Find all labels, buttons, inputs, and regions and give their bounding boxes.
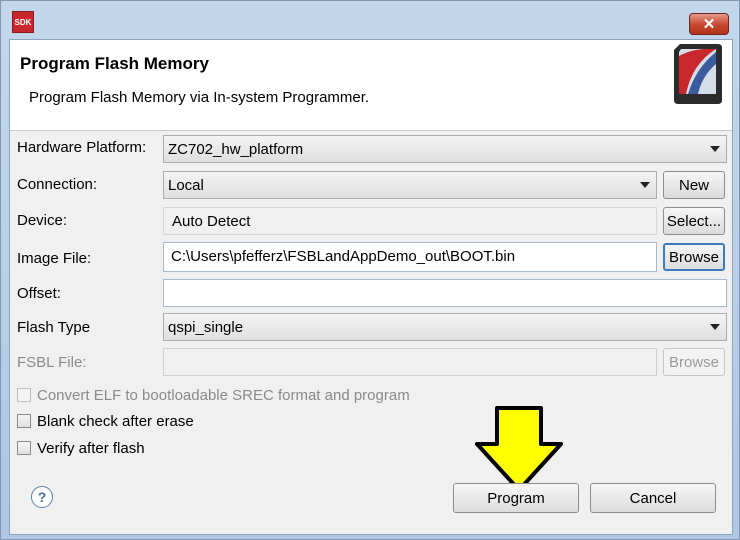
device-value: Auto Detect [172, 213, 251, 230]
device-label: Device: [17, 212, 68, 229]
convert-elf-checkbox: Convert ELF to bootloadable SREC format … [17, 385, 410, 405]
annotation-arrow-down-icon [475, 406, 563, 492]
browse-image-button[interactable]: Browse [663, 243, 725, 271]
hardware-platform-value: ZC702_hw_platform [168, 141, 304, 158]
blank-check-label: Blank check after erase [37, 412, 194, 430]
help-icon[interactable]: ? [31, 486, 53, 508]
dialog-title: Program Flash Memory [20, 54, 209, 73]
offset-label: Offset: [17, 285, 61, 302]
connection-value: Local [168, 177, 204, 194]
browse-fsbl-button: Browse [663, 348, 725, 376]
fsbl-file-label: FSBL File: [17, 354, 87, 371]
dialog-header: Program Flash Memory Program Flash Memor… [10, 40, 732, 131]
close-icon: ✕ [702, 16, 716, 33]
flash-type-label: Flash Type [17, 319, 91, 336]
image-file-label: Image File: [17, 250, 92, 267]
connection-label: Connection: [17, 176, 98, 193]
flash-memory-wizard-icon [674, 44, 722, 104]
convert-elf-label: Convert ELF to bootloadable SREC format … [37, 386, 410, 404]
verify-flash-checkbox[interactable]: Verify after flash [17, 438, 145, 458]
sdk-app-icon: SDK [12, 11, 34, 33]
offset-input[interactable] [163, 279, 727, 307]
image-file-value: C:\Users\pfefferz\FSBLandAppDemo_out\BOO… [171, 248, 516, 265]
hardware-platform-dropdown[interactable]: ZC702_hw_platform [163, 135, 727, 163]
dialog-description: Program Flash Memory via In-system Progr… [29, 89, 370, 106]
program-flash-dialog: SDK ✕ Program Flash Memory Program Flash… [0, 0, 740, 540]
hardware-platform-label: Hardware Platform: [17, 139, 147, 156]
close-button[interactable]: ✕ [689, 13, 729, 35]
new-connection-button[interactable]: New [663, 171, 725, 199]
blank-check-checkbox[interactable]: Blank check after erase [17, 411, 194, 431]
dialog-client-area: Program Flash Memory Program Flash Memor… [9, 39, 733, 535]
connection-dropdown[interactable]: Local [163, 171, 657, 199]
title-bar[interactable]: SDK ✕ [1, 1, 739, 39]
checkbox-box[interactable] [17, 441, 31, 455]
flash-type-value: qspi_single [168, 319, 244, 336]
chevron-down-icon [710, 146, 720, 152]
select-device-button[interactable]: Select... [663, 207, 725, 235]
device-field: Auto Detect [163, 207, 657, 235]
verify-flash-label: Verify after flash [37, 439, 145, 457]
chevron-down-icon [640, 182, 650, 188]
image-file-input[interactable]: C:\Users\pfefferz\FSBLandAppDemo_out\BOO… [163, 242, 657, 272]
program-button[interactable]: Program [453, 483, 579, 513]
flash-type-dropdown[interactable]: qspi_single [163, 313, 727, 341]
fsbl-file-input [163, 348, 657, 376]
cancel-button[interactable]: Cancel [590, 483, 716, 513]
checkbox-box[interactable] [17, 414, 31, 428]
chevron-down-icon [710, 324, 720, 330]
checkbox-box [17, 388, 31, 402]
